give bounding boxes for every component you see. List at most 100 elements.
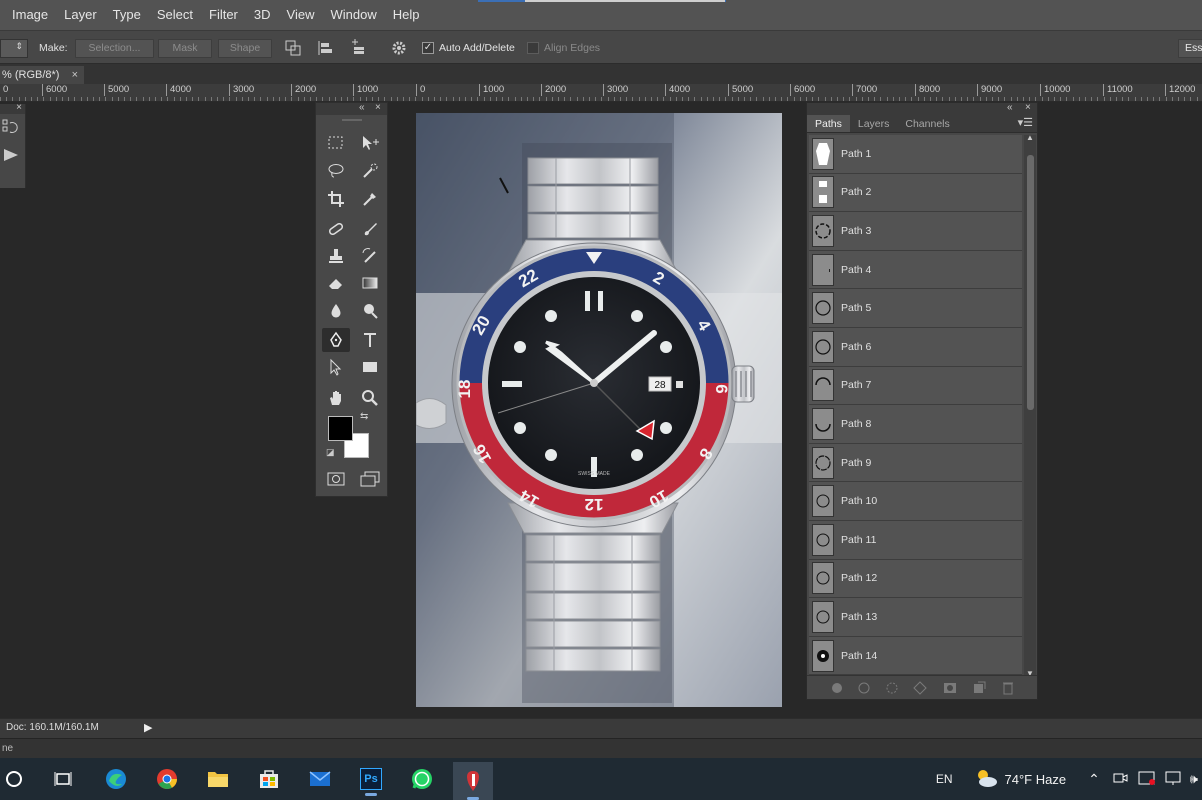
add-mask-icon[interactable] xyxy=(943,682,957,694)
dodge-tool-icon[interactable] xyxy=(356,299,384,323)
list-item[interactable]: Path 5 xyxy=(809,289,1022,328)
chrome-icon[interactable] xyxy=(147,762,187,796)
collapse-icon[interactable]: « xyxy=(1007,102,1013,113)
foreground-color-front[interactable] xyxy=(328,416,353,441)
healing-brush-tool-icon[interactable] xyxy=(322,217,350,241)
list-item[interactable]: Path 14 xyxy=(809,636,1022,676)
stroke-path-icon[interactable] xyxy=(858,682,870,694)
load-selection-icon[interactable] xyxy=(886,682,898,694)
crop-tool-icon[interactable] xyxy=(322,187,350,211)
work-path-icon[interactable] xyxy=(913,680,927,695)
task-view-icon[interactable] xyxy=(43,762,83,796)
lasso-tool-icon[interactable] xyxy=(322,159,350,183)
history-brush-tool-icon[interactable] xyxy=(356,244,384,268)
language-indicator[interactable]: EN xyxy=(936,772,953,786)
menu-3d[interactable]: 3D xyxy=(246,0,279,30)
tool-mode-dropdown[interactable]: ⇕ xyxy=(0,38,28,58)
notification-icon[interactable] xyxy=(1138,770,1156,789)
network-icon[interactable] xyxy=(1164,770,1182,789)
menu-select[interactable]: Select xyxy=(149,0,201,30)
brush-tool-icon[interactable] xyxy=(356,217,384,241)
weather-icon[interactable] xyxy=(973,767,999,792)
blur-tool-icon[interactable] xyxy=(322,299,350,323)
close-icon[interactable]: × xyxy=(375,102,381,113)
type-tool-icon[interactable] xyxy=(356,328,384,352)
weather-text[interactable]: 74°F Haze xyxy=(1005,772,1067,787)
list-item[interactable]: Path 7 xyxy=(809,366,1022,406)
scroll-up-icon[interactable]: ▲ xyxy=(1026,133,1034,142)
list-item[interactable]: Path 10 xyxy=(809,482,1022,521)
list-item[interactable]: Path 8 xyxy=(809,405,1022,444)
list-item[interactable]: Path 9 xyxy=(809,443,1022,483)
path-operations-icon[interactable] xyxy=(284,38,302,58)
marquee-tool-icon[interactable] xyxy=(322,131,350,155)
document-tab[interactable]: % (RGB/8*) × xyxy=(0,66,84,84)
tab-channels[interactable]: Channels xyxy=(897,115,957,132)
make-selection-button[interactable]: Selection... xyxy=(75,38,154,58)
zoom-tool-icon[interactable] xyxy=(356,386,384,410)
collapse-icon[interactable]: « xyxy=(359,102,365,113)
quick-mask-icon[interactable] xyxy=(322,467,350,491)
workspace-button[interactable]: Ess xyxy=(1178,38,1202,58)
hand-tool-icon[interactable] xyxy=(322,386,350,410)
menu-image[interactable]: Image xyxy=(4,0,56,30)
menu-layer[interactable]: Layer xyxy=(56,0,105,30)
close-icon[interactable]: × xyxy=(1025,102,1031,113)
paths-scrollbar[interactable]: ▲ ▼ xyxy=(1024,133,1036,678)
play-action-icon[interactable] xyxy=(0,139,25,166)
make-mask-button[interactable]: Mask xyxy=(158,38,212,58)
meet-now-icon[interactable] xyxy=(1112,770,1128,789)
list-item[interactable]: Path 3 xyxy=(809,212,1022,251)
photoshop-icon[interactable]: Ps xyxy=(351,762,391,796)
volume-icon[interactable]: 🕪 xyxy=(1190,771,1198,787)
make-shape-button[interactable]: Shape xyxy=(218,38,272,58)
close-icon[interactable]: × xyxy=(16,102,22,113)
rectangle-tool-icon[interactable] xyxy=(356,355,384,379)
eyedropper-tool-icon[interactable] xyxy=(356,187,384,211)
status-menu-arrow-icon[interactable]: ▶ xyxy=(144,721,152,734)
tools-panel-header[interactable]: « × xyxy=(316,102,387,115)
menu-view[interactable]: View xyxy=(279,0,323,30)
edge-icon[interactable] xyxy=(96,762,136,796)
quick-selection-tool-icon[interactable] xyxy=(356,159,384,183)
history-icon[interactable] xyxy=(0,114,25,139)
start-icon[interactable] xyxy=(0,762,34,796)
swap-colors-icon[interactable]: ⇆ xyxy=(360,411,368,422)
fill-path-icon[interactable] xyxy=(831,682,843,694)
new-path-icon[interactable] xyxy=(972,681,986,695)
tab-paths[interactable]: Paths xyxy=(807,115,850,132)
menu-type[interactable]: Type xyxy=(105,0,149,30)
path-alignment-icon[interactable] xyxy=(316,38,334,58)
list-item[interactable]: Path 13 xyxy=(809,598,1022,637)
document-canvas[interactable]: 22 2 4 6 8 10 12 14 16 18 20 28 SWISS MA… xyxy=(416,113,782,707)
list-item[interactable]: Path 11 xyxy=(809,520,1022,560)
close-tab-icon[interactable]: × xyxy=(72,66,78,84)
paths-panel-header[interactable]: « × xyxy=(807,102,1037,115)
align-edges-option[interactable]: Align Edges xyxy=(527,38,600,58)
pin-app-icon[interactable] xyxy=(453,762,493,800)
panel-menu-icon[interactable]: ▾☰ xyxy=(1018,116,1033,129)
list-item[interactable]: Path 6 xyxy=(809,327,1022,367)
chevron-up-icon[interactable]: ⌃ xyxy=(1088,771,1100,788)
store-icon[interactable] xyxy=(249,762,289,796)
list-item[interactable]: Path 12 xyxy=(809,559,1022,599)
align-edges-checkbox[interactable] xyxy=(527,42,539,54)
auto-add-delete-option[interactable]: ✓ Auto Add/Delete xyxy=(422,38,515,58)
list-item[interactable]: Path 1 xyxy=(809,135,1022,174)
eraser-tool-icon[interactable] xyxy=(322,271,350,295)
move-tool-icon[interactable] xyxy=(356,131,384,155)
file-explorer-icon[interactable] xyxy=(198,762,238,796)
tab-layers[interactable]: Layers xyxy=(850,115,898,132)
screen-mode-icon[interactable] xyxy=(356,467,384,491)
gear-icon[interactable] xyxy=(390,38,410,58)
scrollbar-thumb[interactable] xyxy=(1027,155,1034,410)
menu-window[interactable]: Window xyxy=(322,0,384,30)
mail-icon[interactable] xyxy=(300,762,340,796)
list-item[interactable]: Path 4 xyxy=(809,250,1022,290)
path-arrangement-icon[interactable] xyxy=(348,38,368,58)
default-colors-icon[interactable]: ◪ xyxy=(326,447,335,458)
path-selection-tool-icon[interactable] xyxy=(322,355,350,379)
clone-stamp-tool-icon[interactable] xyxy=(322,244,350,268)
whatsapp-icon[interactable] xyxy=(402,762,442,796)
menu-filter[interactable]: Filter xyxy=(201,0,246,30)
